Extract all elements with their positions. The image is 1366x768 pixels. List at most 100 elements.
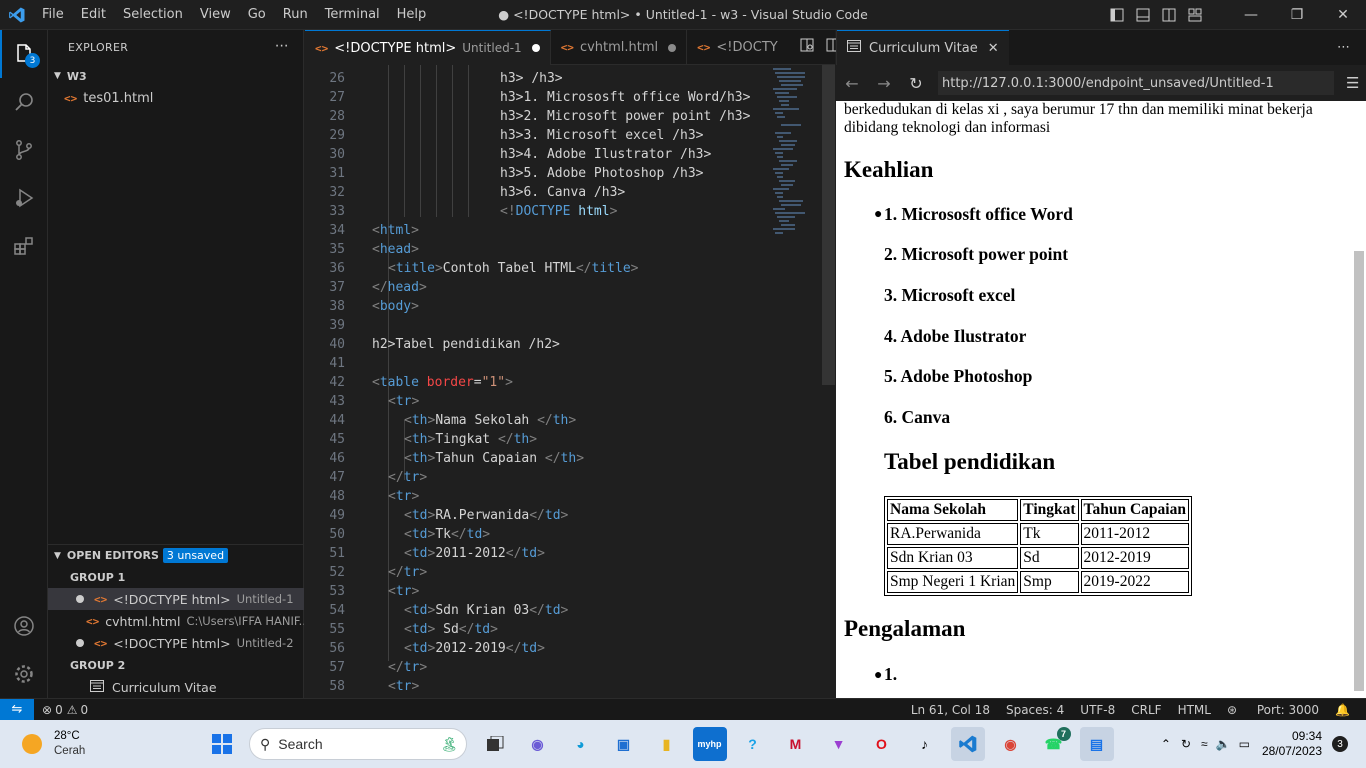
extensions-icon[interactable]	[0, 222, 48, 270]
menu-help[interactable]: Help	[397, 7, 427, 22]
code-line[interactable]: 41	[305, 354, 765, 373]
code-line[interactable]: 47 </tr>	[305, 468, 765, 487]
code-line[interactable]: 55 <td> Sd</td>	[305, 620, 765, 639]
open-editor-cvhtml[interactable]: <> cvhtml.html C:\Users\IFFA HANIF...	[48, 610, 304, 632]
unsaved-dot-icon[interactable]	[668, 43, 677, 52]
file-tes01[interactable]: <> tes01.html	[48, 87, 303, 109]
menu-selection[interactable]: Selection	[123, 7, 183, 22]
close-icon[interactable]: ✕	[1320, 0, 1366, 30]
code-line[interactable]: 52 </tr>	[305, 563, 765, 582]
taskbar-search[interactable]: ⚲ Search 🏝	[249, 728, 467, 760]
code-line[interactable]: 43 <tr>	[305, 392, 765, 411]
code-line[interactable]: 50 <td>Tk</td>	[305, 525, 765, 544]
preview-page[interactable]: berkedudukan di kelas xi , saya berumur …	[836, 101, 1366, 698]
editor-scrollbar[interactable]	[822, 65, 835, 385]
minimap[interactable]	[765, 65, 825, 698]
code-line[interactable]: 58 <tr>	[305, 677, 765, 696]
account-icon[interactable]	[0, 602, 48, 650]
code-line[interactable]: 40 h2>Tabel pendidikan /h2>	[305, 335, 765, 354]
cursor-position[interactable]: Ln 61, Col 18	[911, 703, 990, 717]
customize-layout-icon[interactable]	[1182, 0, 1208, 30]
tab-cvhtml[interactable]: <> cvhtml.html	[551, 30, 688, 65]
encoding[interactable]: UTF-8	[1080, 703, 1115, 717]
store-icon[interactable]: ▣	[607, 727, 641, 761]
clock[interactable]: 09:34 28/07/2023	[1262, 729, 1322, 759]
code-line[interactable]: 33 <!DOCTYPE html>	[305, 202, 765, 221]
tiktok-icon[interactable]: ♪	[908, 727, 942, 761]
task-view-icon[interactable]	[478, 727, 512, 761]
remote-icon[interactable]: ⇋	[0, 698, 34, 721]
sync-icon[interactable]: ↻	[1181, 737, 1191, 751]
menu-run[interactable]: Run	[283, 7, 308, 22]
code-line[interactable]: 48 <tr>	[305, 487, 765, 506]
menu-file[interactable]: File	[42, 7, 64, 22]
myhp-icon[interactable]: myhp	[692, 727, 727, 761]
notepad-icon[interactable]: ▤	[1079, 727, 1114, 761]
tab-curriculum-vitae[interactable]: Curriculum Vitae ✕	[837, 30, 1009, 65]
code-line[interactable]: 32 h3>6. Canva /h3>	[305, 183, 765, 202]
minimize-icon[interactable]: —	[1228, 0, 1274, 30]
code-line[interactable]: 42 <table border="1">	[305, 373, 765, 392]
open-editors-header[interactable]: ▼ OPEN EDITORS 3 unsaved	[48, 544, 304, 566]
open-editor-untitled-1[interactable]: <> <!DOCTYPE html> Untitled-1	[48, 588, 304, 610]
chevron-up-icon[interactable]: ⌃	[1161, 737, 1171, 751]
code-line[interactable]: 28 h3>2. Microsoft power point /h3>	[305, 107, 765, 126]
open-editor-untitled-2[interactable]: <> <!DOCTYPE html> Untitled-2	[48, 632, 304, 654]
indentation[interactable]: Spaces: 4	[1006, 703, 1064, 717]
code-line[interactable]: 27 h3>1. Micrososft office Word/h3>	[305, 88, 765, 107]
toggle-panel-icon[interactable]	[1130, 0, 1156, 30]
search-icon[interactable]	[0, 78, 48, 126]
code-line[interactable]: 30 h3>4. Adobe Ilustrator /h3>	[305, 145, 765, 164]
code-line[interactable]: 44 <th>Nama Sekolah </th>	[305, 411, 765, 430]
source-control-icon[interactable]	[0, 126, 48, 174]
code-line[interactable]: 54 <td>Sdn Krian 03</td>	[305, 601, 765, 620]
reload-icon[interactable]: ↻	[900, 74, 932, 93]
back-arrow-icon[interactable]: ←	[836, 74, 868, 93]
help-icon[interactable]: ?	[736, 727, 770, 761]
code-line[interactable]: 37 </head>	[305, 278, 765, 297]
vscode-taskbar-icon[interactable]	[950, 727, 985, 761]
code-editor[interactable]: 26 h3> /h3> 27 h3>1. Micrososft office Word…	[305, 65, 835, 698]
open-editor-curriculum-vitae[interactable]: Curriculum Vitae	[48, 676, 304, 698]
code-line[interactable]: 35 <head>	[305, 240, 765, 259]
code-line[interactable]: 39	[305, 316, 765, 335]
code-line[interactable]: 34 <html>	[305, 221, 765, 240]
code-line[interactable]: 57 </tr>	[305, 658, 765, 677]
menu-edit[interactable]: Edit	[81, 7, 106, 22]
menu-view[interactable]: View	[200, 7, 231, 22]
opera-icon[interactable]: O	[865, 727, 899, 761]
toggle-secondary-sidebar-icon[interactable]	[1156, 0, 1182, 30]
menu-go[interactable]: Go	[248, 7, 266, 22]
line-ending[interactable]: CRLF	[1131, 703, 1161, 717]
code-line[interactable]: 46 <th>Tahun Capaian </th>	[305, 449, 765, 468]
code-line[interactable]: 29 h3>3. Microsoft excel /h3>	[305, 126, 765, 145]
weather-widget[interactable]: 28°C Cerah	[0, 729, 200, 759]
run-debug-icon[interactable]	[0, 174, 48, 222]
edge-icon[interactable]: ◕	[564, 727, 598, 761]
maximize-icon[interactable]: ❐	[1274, 0, 1320, 30]
forward-arrow-icon[interactable]: →	[868, 74, 900, 93]
mcafee-icon[interactable]: M	[779, 727, 813, 761]
start-icon[interactable]	[205, 727, 239, 761]
menu-icon[interactable]: ☰	[1346, 74, 1359, 92]
battery-icon[interactable]: ▭	[1239, 737, 1250, 751]
tab-untitled-2[interactable]: <> <!DOCTY	[687, 30, 788, 65]
open-preview-icon[interactable]	[800, 38, 814, 56]
code-line[interactable]: 38 <body>	[305, 297, 765, 316]
code-line[interactable]: 53 <tr>	[305, 582, 765, 601]
code-line[interactable]: 51 <td>2011-2012</td>	[305, 544, 765, 563]
notification-badge[interactable]: 3	[1332, 736, 1348, 752]
whatsapp-icon[interactable]: ☎ 7	[1037, 727, 1071, 761]
settings-gear-icon[interactable]	[0, 650, 48, 698]
problems-indicator[interactable]: ⊗ 0 ⚠ 0	[42, 703, 88, 717]
vpn-icon[interactable]: ▼	[822, 727, 856, 761]
notifications-bell-icon[interactable]: 🔔	[1335, 703, 1350, 717]
more-actions-icon[interactable]: ⋯	[1337, 40, 1350, 55]
language-mode[interactable]: HTML	[1178, 703, 1211, 717]
code-line[interactable]: 45 <th>Tingkat </th>	[305, 430, 765, 449]
file-explorer-icon[interactable]: ▮	[650, 727, 684, 761]
toggle-sidebar-icon[interactable]	[1104, 0, 1130, 30]
explorer-icon[interactable]: 3	[0, 30, 48, 78]
chrome-icon[interactable]: ◉	[994, 727, 1028, 761]
volume-icon[interactable]: 🔈	[1216, 737, 1231, 751]
